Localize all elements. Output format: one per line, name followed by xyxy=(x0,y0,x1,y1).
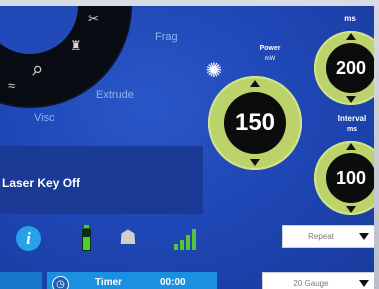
info-glyph: i xyxy=(26,228,31,248)
interval-knob[interactable]: 100 xyxy=(314,141,374,215)
screen: ✂ ♜ ⚲ ≈ Frag Extrude Visc ✺ Power mW 150… xyxy=(0,6,374,289)
interval-unit: ms xyxy=(346,126,358,133)
mask-icon[interactable]: ☗ xyxy=(118,226,138,250)
power-increase-button[interactable] xyxy=(250,80,260,87)
battery-icon xyxy=(81,225,92,252)
gauge-select-value: 20 Gauge xyxy=(293,279,329,288)
power-value: 150 xyxy=(234,109,276,136)
wave-icon[interactable]: ≈ xyxy=(8,79,15,92)
chevron-down-icon xyxy=(359,280,369,287)
duration-value: 200 xyxy=(335,57,367,78)
tower-icon[interactable]: ♜ xyxy=(70,39,82,52)
timer-label: Timer xyxy=(95,277,123,288)
power-knob[interactable]: 150 xyxy=(208,76,302,170)
interval-increase-button[interactable] xyxy=(346,143,356,150)
laser-key-status: Laser Key Off xyxy=(2,176,81,190)
mode-extrude-label[interactable]: Extrude xyxy=(96,89,134,101)
mode-frag-label[interactable]: Frag xyxy=(155,31,178,43)
timer-left-segment xyxy=(0,272,42,289)
power-decrease-button[interactable] xyxy=(250,159,260,166)
repeat-select-value: Repeat xyxy=(308,232,334,241)
duration-unit: ms xyxy=(344,14,356,23)
clock-icon: ◷ xyxy=(52,276,69,289)
mode-visc-label[interactable]: Visc xyxy=(34,112,55,124)
power-label: Power xyxy=(259,45,281,52)
duration-knob[interactable]: 200 xyxy=(314,31,374,105)
scissors-icon[interactable]: ✂ xyxy=(88,12,99,25)
interval-value: 100 xyxy=(335,167,367,188)
repeat-select[interactable]: Repeat xyxy=(282,225,374,248)
signal-strength-icon xyxy=(174,228,200,250)
laser-burst-icon: ✺ xyxy=(205,60,223,82)
power-unit: mW xyxy=(264,56,276,62)
interval-decrease-button[interactable] xyxy=(346,206,356,213)
timer-bar[interactable] xyxy=(47,272,217,289)
chevron-down-icon xyxy=(359,233,369,240)
gauge-select[interactable]: 20 Gauge xyxy=(262,272,374,289)
duration-decrease-button[interactable] xyxy=(346,96,356,103)
timer-value: 00:00 xyxy=(160,277,186,288)
duration-increase-button[interactable] xyxy=(346,33,356,40)
interval-label: Interval xyxy=(337,114,367,123)
info-icon[interactable]: i xyxy=(16,226,41,251)
